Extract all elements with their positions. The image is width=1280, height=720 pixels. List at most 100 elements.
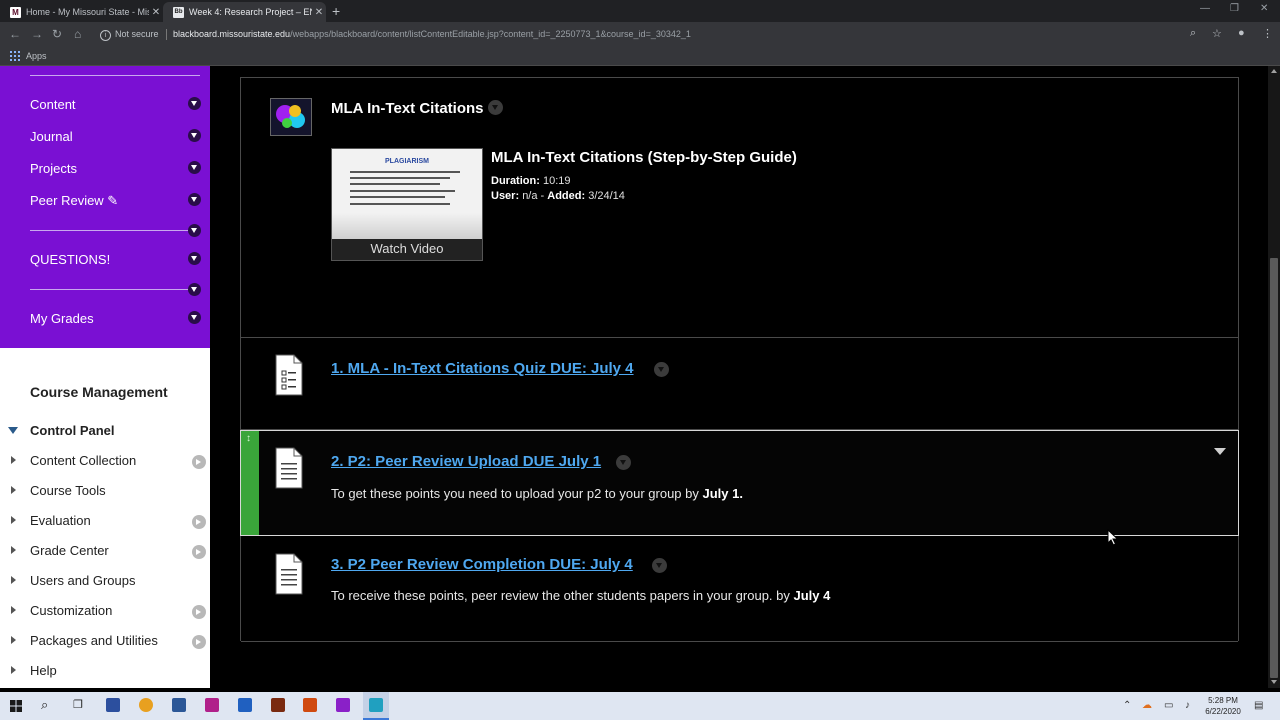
url-field[interactable]: blackboard.missouristate.edu/webapps/bla… <box>173 29 691 39</box>
chrome-icon[interactable] <box>139 698 153 712</box>
control-panel-item-course-tools[interactable]: Course Tools <box>0 481 210 503</box>
options-chevron-icon[interactable] <box>616 455 631 470</box>
chevron-down-icon[interactable] <box>188 311 201 324</box>
course-menu-item-projects[interactable]: Projects <box>30 161 77 176</box>
reload-icon[interactable]: ↻ <box>52 27 62 41</box>
browser-menu-icon[interactable]: ⋮ <box>1262 27 1273 40</box>
go-arrow-icon[interactable] <box>192 605 206 619</box>
missouri-state-favicon-icon: M <box>10 6 21 18</box>
go-arrow-icon[interactable] <box>192 515 206 529</box>
page-scrollbar[interactable] <box>1268 66 1280 688</box>
windows-taskbar: ⌕ ❐ ⌃ ☁ ▭ ♪ 5:28 PM 6/22/2020 ▤ <box>0 692 1280 720</box>
scrollbar-thumb[interactable] <box>1270 258 1278 678</box>
chevron-down-icon[interactable] <box>188 193 201 206</box>
course-menu-item-questions[interactable]: QUESTIONS! <box>30 252 110 267</box>
security-indicator[interactable]: i Not secure <box>100 29 159 41</box>
bookmark-star-icon[interactable]: ☆ <box>1212 27 1222 40</box>
notifications-icon[interactable]: ▤ <box>1254 700 1263 711</box>
content-area: MLA In-Text Citations PLAGIARISM Watch V… <box>210 66 1268 688</box>
close-tab-icon[interactable]: ✕ <box>149 7 163 18</box>
options-chevron-icon[interactable] <box>652 558 667 573</box>
watch-video-button[interactable]: Watch Video <box>332 241 482 256</box>
network-icon[interactable]: ▭ <box>1164 700 1173 711</box>
drag-handle[interactable]: ↕ <box>241 431 259 535</box>
description-due: July 1. <box>702 486 743 501</box>
apps-grid-icon[interactable] <box>10 51 20 61</box>
video-card[interactable]: PLAGIARISM Watch Video <box>331 148 483 261</box>
thumbnail-text-line <box>350 203 450 205</box>
control-panel-heading[interactable]: Control Panel <box>30 423 115 438</box>
course-menu-item-my-grades[interactable]: My Grades <box>30 311 94 326</box>
system-clock[interactable]: 5:28 PM 6/22/2020 <box>1200 695 1246 717</box>
control-panel-item-users-and-groups[interactable]: Users and Groups <box>0 571 210 593</box>
app-icon[interactable] <box>271 698 285 712</box>
browser-tab-home[interactable]: M Home - My Missouri State - Miss ✕ <box>0 2 163 22</box>
chevron-down-icon[interactable] <box>188 161 201 174</box>
chevron-down-icon[interactable] <box>1214 448 1226 455</box>
profile-icon[interactable]: ● <box>1238 27 1245 39</box>
chevron-down-icon[interactable] <box>188 283 201 296</box>
file-explorer-icon[interactable] <box>106 698 120 712</box>
scroll-down-arrow-icon[interactable] <box>1271 680 1277 684</box>
word-icon[interactable] <box>172 698 186 712</box>
tray-expand-icon[interactable]: ⌃ <box>1123 700 1131 711</box>
home-icon[interactable]: ⌂ <box>74 27 81 41</box>
expand-arrow-icon <box>11 456 16 464</box>
drag-arrows-icon: ↕ <box>246 433 251 444</box>
zoom-icon[interactable]: ⌕ <box>1190 27 1196 40</box>
minimize-icon[interactable]: — <box>1200 3 1210 14</box>
app-icon[interactable] <box>303 698 317 712</box>
control-panel-item-content-collection[interactable]: Content Collection <box>0 451 210 473</box>
active-app-indicator[interactable] <box>363 692 389 720</box>
course-menu-item-peer-review[interactable]: Peer Review ✎ <box>30 193 118 209</box>
peer-review-completion-link[interactable]: 3. P2 Peer Review Completion DUE: July 4 <box>331 556 633 573</box>
go-arrow-icon[interactable] <box>192 455 206 469</box>
volume-icon[interactable]: ♪ <box>1185 700 1190 711</box>
control-panel-label: Users and Groups <box>30 573 136 588</box>
collapse-triangle-icon[interactable] <box>8 427 18 434</box>
course-sidebar: Content Journal Projects Peer Review ✎ Q… <box>0 66 210 688</box>
publisher-icon[interactable] <box>238 698 252 712</box>
search-icon[interactable]: ⌕ <box>41 697 48 713</box>
tab-title: Home - My Missouri State - Miss <box>26 7 149 17</box>
item-description: To get these points you need to upload y… <box>331 486 743 501</box>
windows-start-icon[interactable] <box>10 700 22 712</box>
course-menu-item-journal[interactable]: Journal <box>30 129 73 144</box>
control-panel-item-evaluation[interactable]: Evaluation <box>0 511 210 533</box>
control-panel-label: Customization <box>30 603 113 618</box>
new-tab-icon[interactable]: + <box>332 2 340 20</box>
app-icon[interactable] <box>205 698 219 712</box>
go-arrow-icon[interactable] <box>192 635 206 649</box>
chevron-down-icon[interactable] <box>188 252 201 265</box>
user-label: User: <box>491 190 520 202</box>
chevron-down-icon[interactable] <box>188 224 201 237</box>
control-panel-item-help[interactable]: Help <box>0 661 210 683</box>
course-menu-item-content[interactable]: Content <box>30 97 76 112</box>
chevron-down-icon[interactable] <box>188 129 201 142</box>
restore-icon[interactable]: ❐ <box>1230 3 1239 14</box>
quiz-link[interactable]: 1. MLA - In-Text Citations Quiz DUE: Jul… <box>331 360 634 377</box>
expand-arrow-icon <box>11 516 16 524</box>
control-panel-item-packages-and-utilities[interactable]: Packages and Utilities <box>0 631 210 653</box>
options-chevron-icon[interactable] <box>487 99 503 115</box>
forward-arrow-icon[interactable]: → <box>31 27 43 41</box>
close-window-icon[interactable]: ✕ <box>1260 3 1268 14</box>
description-text: To get these points you need to upload y… <box>331 486 703 501</box>
cloud-icon[interactable]: ☁ <box>1142 700 1152 711</box>
peer-review-upload-link[interactable]: 2. P2: Peer Review Upload DUE July 1 <box>331 453 601 470</box>
options-chevron-icon[interactable] <box>654 362 669 377</box>
chevron-down-icon[interactable] <box>188 97 201 110</box>
apps-bookmark[interactable]: Apps <box>26 51 47 61</box>
close-tab-icon[interactable]: ✕ <box>312 7 326 18</box>
back-arrow-icon[interactable]: ← <box>9 27 21 41</box>
control-panel-item-grade-center[interactable]: Grade Center <box>0 541 210 563</box>
control-panel-item-customization[interactable]: Customization <box>0 601 210 623</box>
task-view-icon[interactable]: ❐ <box>73 698 83 711</box>
app-icon[interactable] <box>336 698 350 712</box>
scroll-up-arrow-icon[interactable] <box>1271 69 1277 73</box>
browser-tab-week4[interactable]: Bb Week 4: Research Project – ENG ✕ <box>163 2 326 22</box>
thumbnail-title: PLAGIARISM <box>385 158 429 165</box>
video-thumbnail[interactable]: PLAGIARISM <box>332 149 482 239</box>
clock-time: 5:28 PM <box>1208 696 1238 705</box>
go-arrow-icon[interactable] <box>192 545 206 559</box>
